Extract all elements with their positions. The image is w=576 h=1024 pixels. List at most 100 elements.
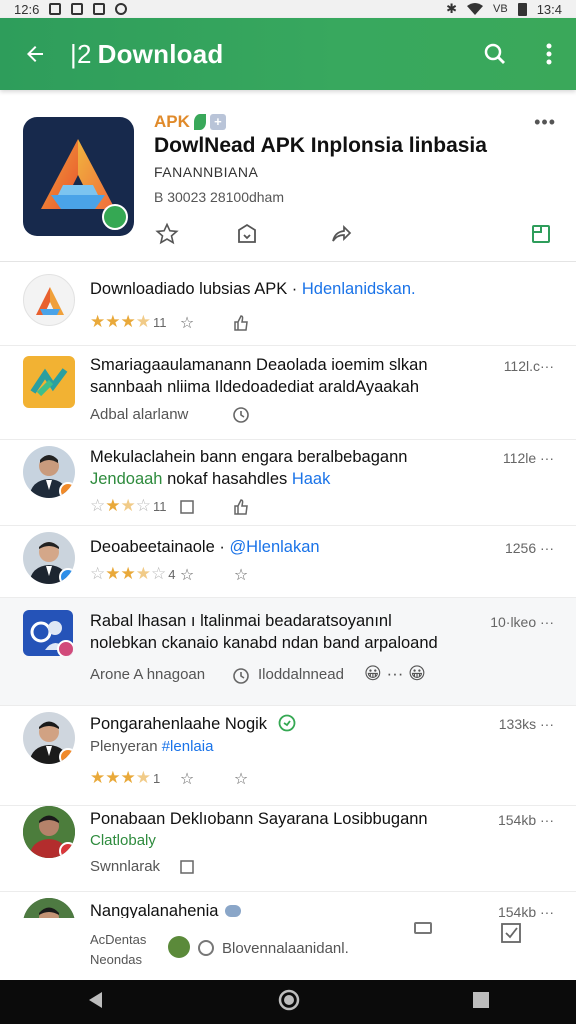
copy-icon[interactable] <box>176 496 198 518</box>
status-badge <box>57 640 73 656</box>
row-subtitle-2: Iloddalnnead <box>258 666 344 683</box>
plus-icon: + <box>209 114 226 130</box>
rating-stars: ☆ ★ ★ ☆ 11 <box>90 496 167 515</box>
rating-stars: ★★★ ★ 11 <box>90 312 167 331</box>
hero-actions <box>154 221 554 249</box>
star-outline-icon[interactable]: ☆ <box>230 768 252 790</box>
status-badge <box>59 842 75 858</box>
row-title: Mekulaclahein bann engara beralbebagann <box>90 448 408 466</box>
triangle-back-icon <box>89 991 102 1008</box>
list-item[interactable]: Ponabaan Deklıobann Sayarana Losibbugann… <box>0 806 576 892</box>
app-bar: |2 Download <box>0 18 576 90</box>
check-circle-icon <box>278 714 296 732</box>
search-button[interactable] <box>468 18 522 90</box>
emoji-reactions: 😀 ··· 😀 <box>364 664 426 683</box>
overflow-menu-button[interactable] <box>522 18 576 90</box>
apk-tag-label: APK <box>154 112 190 131</box>
list-item[interactable]: Deoabeetainaole · @Hlenlakan 1256 ··· ☆ ★… <box>0 526 576 598</box>
row-size: 1256 ··· <box>504 540 554 556</box>
radio-circle-icon <box>198 940 214 956</box>
leaf-icon <box>193 114 206 130</box>
search-icon <box>484 43 505 64</box>
row-subtitle: AcDentas <box>90 932 147 947</box>
bookmark-button[interactable] <box>528 221 554 247</box>
row-subtitle: Adbal alarlanw <box>90 406 189 423</box>
thumbs-up-icon[interactable] <box>230 496 252 518</box>
wifi-icon <box>467 3 483 15</box>
row-subtitle: Plenyeran #lenlaia <box>90 738 214 755</box>
star-outline-icon <box>155 222 179 245</box>
row-title: Deoabeetainaole · @Hlenlakan <box>90 538 320 556</box>
list-item[interactable]: Downloadiado lubsias APK · Hdenlanidskan… <box>0 262 576 346</box>
square-recents-icon <box>473 991 489 1008</box>
status-bar: 12:6 ✱ VB 13:4 <box>0 0 576 18</box>
check-box-button[interactable] <box>500 922 522 949</box>
list-item[interactable]: Pongarahenlaahe Nogik 133ks ··· Plenyera… <box>0 706 576 806</box>
notification-icon-2 <box>71 3 84 15</box>
row-subtitle-2: Neondas <box>90 952 143 967</box>
row-title: Smariagaaulamanann Deaolada ioemim slkan <box>90 356 428 374</box>
star-outline-icon[interactable]: ☆ <box>176 564 198 586</box>
star-outline-icon[interactable]: ☆ <box>176 768 198 790</box>
install-button[interactable] <box>234 221 260 247</box>
checkbox-icon <box>501 923 521 943</box>
title-text: Download <box>97 38 224 69</box>
nav-home-button[interactable] <box>278 989 300 1016</box>
app-logo-icon <box>23 274 75 326</box>
rating-stars: ☆ ★★ ★ ☆ 4 <box>90 564 176 583</box>
back-button[interactable] <box>0 18 70 90</box>
favorite-button[interactable] <box>154 221 180 247</box>
more-vert-icon <box>546 43 552 65</box>
row-title: Pongarahenlaahe Nogik <box>90 714 296 734</box>
list-item[interactable]: Rabal lhasan ı ltalinmai beadaratsoyanın… <box>0 598 576 706</box>
app-subtitle: FANANNBIANA <box>154 164 259 180</box>
nav-back-button[interactable] <box>86 990 106 1015</box>
row-title-line2: Jendoaah nokaf hasahdles Haak <box>90 470 331 488</box>
download-box-icon <box>238 223 256 243</box>
star-outline-icon[interactable]: ☆ <box>230 564 252 586</box>
nav-recents-button[interactable] <box>472 991 490 1014</box>
apk-tag: APK + <box>154 112 226 132</box>
list-item[interactable]: Mekulaclahein bann engara beralbebagann … <box>0 440 576 526</box>
bluetooth-icon: ✱ <box>446 1 457 16</box>
row-title-line2: sannbaah nliima Ildedoadediat araldAyaak… <box>90 378 420 396</box>
home-circle-icon <box>278 989 300 1010</box>
arrow-back-icon <box>27 46 43 62</box>
app-logo-icon <box>23 356 75 408</box>
page-title: |2 Download <box>70 39 468 70</box>
title-prefix: |2 <box>70 38 92 69</box>
bottom-bar: AcDentas Neondas Blovennalaanidanl. <box>0 918 576 980</box>
status-time-right: 13:4 <box>536 1 562 17</box>
list-item[interactable]: Smariagaaulamanann Deaolada ioemim slkan… <box>0 346 576 440</box>
share-button[interactable] <box>328 221 354 247</box>
row-title: Rabal lhasan ı ltalinmai beadaratsoyanın… <box>90 612 392 630</box>
avatar <box>23 446 75 498</box>
clock-icon <box>230 665 252 687</box>
history-icon[interactable] <box>230 404 252 426</box>
row-size: 112l.c··· <box>503 358 554 374</box>
row-size: 133ks ··· <box>498 716 554 732</box>
avatar <box>23 532 75 584</box>
row-subtitle-green: Clatlobaly <box>90 832 156 849</box>
rating-stars: ★★★ ★ 1 <box>90 768 161 787</box>
star-outline-icon[interactable]: ☆ <box>176 312 198 334</box>
hero-more-button[interactable]: ••• <box>534 112 556 133</box>
search-field[interactable]: Blovennalaanidanl. <box>198 930 398 966</box>
avatar <box>23 806 75 858</box>
share-icon <box>332 224 352 242</box>
tab-window-button[interactable] <box>414 922 432 934</box>
app-title: DowlNead APK Inplonsia linbasia <box>154 134 487 157</box>
app-hero-card: APK + DowlNead APK Inplonsia linbasia FA… <box>0 90 576 262</box>
thumbs-up-icon[interactable] <box>230 312 252 334</box>
avatar <box>23 712 75 764</box>
row-size: 10·lkeo ··· <box>490 614 554 630</box>
shield-icon <box>93 3 106 15</box>
row-title: Ponabaan Deklıobann Sayarana Losibbugann <box>90 810 428 828</box>
copy-icon[interactable] <box>176 856 198 878</box>
app-logo-icon[interactable] <box>23 117 134 236</box>
sync-icon <box>115 3 128 15</box>
row-subtitle: Arone A hnagoan <box>90 666 206 683</box>
search-placeholder: Blovennalaanidanl. <box>222 939 349 957</box>
row-size: 112le ··· <box>502 450 554 466</box>
bookmark-icon <box>532 225 550 243</box>
